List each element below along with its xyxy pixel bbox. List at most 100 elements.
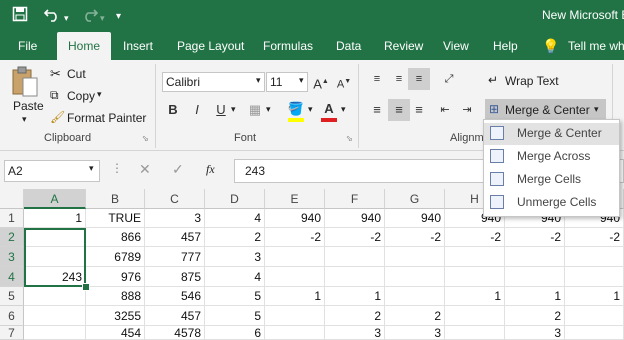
cell-H5[interactable]: 1 xyxy=(445,287,505,306)
decrease-indent-icon[interactable]: ⇤ xyxy=(434,99,456,121)
cell-F2[interactable]: -2 xyxy=(325,228,385,247)
cell-F4[interactable] xyxy=(325,267,385,287)
save-icon[interactable] xyxy=(12,6,28,27)
cell-C7[interactable]: 4578 xyxy=(145,326,205,340)
font-size-dropdown-icon[interactable]: ▾ xyxy=(299,75,304,86)
font-color-icon[interactable]: A xyxy=(318,98,340,120)
cell-J5[interactable]: 1 xyxy=(565,287,624,306)
cell-B1[interactable]: TRUE xyxy=(86,209,145,228)
column-header[interactable]: A xyxy=(24,189,86,209)
tab-insert[interactable]: Insert xyxy=(123,32,153,60)
tab-file[interactable]: File xyxy=(18,32,37,60)
cell-F3[interactable] xyxy=(325,247,385,267)
menu-item-merge-cells[interactable]: Merge Cells xyxy=(484,169,619,191)
cell-I4[interactable] xyxy=(505,267,565,287)
paste-button[interactable]: Paste xyxy=(13,99,44,113)
cell-C5[interactable]: 546 xyxy=(145,287,205,306)
undo-icon[interactable] xyxy=(43,6,62,27)
row-header[interactable]: 5 xyxy=(0,287,24,306)
cell-J3[interactable] xyxy=(565,247,624,267)
cell-F7[interactable]: 3 xyxy=(325,326,385,340)
font-launcher-icon[interactable]: ⬂ xyxy=(346,134,353,143)
middle-align-icon[interactable]: ≡ xyxy=(388,68,410,90)
undo-dropdown-icon[interactable]: ▾ xyxy=(64,9,69,27)
cell-B5[interactable]: 888 xyxy=(86,287,145,306)
copy-button[interactable]: Copy xyxy=(67,89,95,103)
insert-function-icon[interactable]: fx xyxy=(206,162,215,177)
cell-B4[interactable]: 976 xyxy=(86,267,145,287)
cell-B7[interactable]: 454 xyxy=(86,326,145,340)
cell-D2[interactable]: 2 xyxy=(205,228,265,247)
cell-A7[interactable] xyxy=(24,326,86,340)
cancel-icon[interactable]: ✕ xyxy=(139,161,151,178)
decrease-font-icon[interactable]: A▼ xyxy=(333,71,355,93)
menu-item-merge-center[interactable]: Merge & Center xyxy=(484,123,619,145)
merge-dropdown-icon[interactable]: ▾ xyxy=(594,104,599,115)
cut-button[interactable]: Cut xyxy=(67,67,86,81)
tab-view[interactable]: View xyxy=(443,32,469,60)
bold-button[interactable]: B xyxy=(162,99,184,121)
fill-color-dropdown-icon[interactable]: ▾ xyxy=(308,104,313,115)
tab-formulas[interactable]: Formulas xyxy=(263,32,313,60)
fill-handle[interactable] xyxy=(82,283,90,291)
bottom-align-icon[interactable]: ≡ xyxy=(408,68,430,90)
increase-indent-icon[interactable]: ⇥ xyxy=(456,99,478,121)
font-name-dropdown-icon[interactable]: ▾ xyxy=(256,75,261,86)
enter-icon[interactable]: ✓ xyxy=(172,161,184,178)
cell-B2[interactable]: 866 xyxy=(86,228,145,247)
tab-help[interactable]: Help xyxy=(493,32,518,60)
tab-review[interactable]: Review xyxy=(384,32,423,60)
align-center-icon[interactable]: ≡ xyxy=(388,99,410,121)
cell-H2[interactable]: -2 xyxy=(445,228,505,247)
cell-F6[interactable]: 2 xyxy=(325,306,385,326)
tab-data[interactable]: Data xyxy=(336,32,361,60)
clipboard-launcher-icon[interactable]: ⬂ xyxy=(142,134,149,143)
column-header[interactable]: G xyxy=(385,189,445,209)
cell-G4[interactable] xyxy=(385,267,445,287)
customize-qat-icon[interactable]: ▾ xyxy=(116,8,121,26)
copy-dropdown-icon[interactable]: ▾ xyxy=(97,89,102,100)
column-header[interactable]: C xyxy=(145,189,205,209)
cell-F1[interactable]: 940 xyxy=(325,209,385,228)
cell-D3[interactable]: 3 xyxy=(205,247,265,267)
italic-button[interactable]: I xyxy=(186,99,208,121)
underline-dropdown-icon[interactable]: ▾ xyxy=(231,104,236,115)
cell-G7[interactable]: 3 xyxy=(385,326,445,340)
column-header[interactable]: B xyxy=(86,189,145,209)
cell-G6[interactable]: 2 xyxy=(385,306,445,326)
column-header[interactable]: F xyxy=(325,189,385,209)
borders-dropdown-icon[interactable]: ▾ xyxy=(266,104,271,115)
format-painter-button[interactable]: Format Painter xyxy=(67,111,146,125)
cell-E5[interactable]: 1 xyxy=(265,287,325,306)
cell-C3[interactable]: 777 xyxy=(145,247,205,267)
cell-G2[interactable]: -2 xyxy=(385,228,445,247)
cell-J7[interactable] xyxy=(565,326,624,340)
cell-J2[interactable]: -2 xyxy=(565,228,624,247)
align-right-icon[interactable]: ≡ xyxy=(408,99,430,121)
fill-color-icon[interactable]: 🪣 xyxy=(285,98,307,120)
cell-A5[interactable] xyxy=(24,287,86,306)
cell-A1[interactable]: 1 xyxy=(24,209,86,228)
cell-E4[interactable] xyxy=(265,267,325,287)
borders-icon[interactable]: ▦ xyxy=(244,99,266,121)
align-left-icon[interactable]: ≡ xyxy=(366,99,388,121)
tell-me-search[interactable]: Tell me wha xyxy=(568,32,624,60)
row-header[interactable]: 3 xyxy=(0,247,24,267)
column-header[interactable]: D xyxy=(205,189,265,209)
cell-E6[interactable] xyxy=(265,306,325,326)
cell-J4[interactable] xyxy=(565,267,624,287)
row-header[interactable]: 7 xyxy=(0,326,24,340)
menu-item-unmerge-cells[interactable]: Unmerge Cells xyxy=(484,192,619,214)
menu-item-merge-across[interactable]: Merge Across xyxy=(484,146,619,168)
wrap-text-button[interactable]: Wrap Text xyxy=(505,74,559,88)
cell-G1[interactable]: 940 xyxy=(385,209,445,228)
cell-D1[interactable]: 4 xyxy=(205,209,265,228)
paste-dropdown-icon[interactable]: ▾ xyxy=(22,114,27,125)
cell-H6[interactable] xyxy=(445,306,505,326)
row-header[interactable]: 4 xyxy=(0,267,24,287)
cell-B3[interactable]: 6789 xyxy=(86,247,145,267)
cell-C1[interactable]: 3 xyxy=(145,209,205,228)
name-box-dropdown-icon[interactable]: ▾ xyxy=(89,163,94,174)
paste-icon[interactable] xyxy=(10,66,40,98)
cell-E1[interactable]: 940 xyxy=(265,209,325,228)
